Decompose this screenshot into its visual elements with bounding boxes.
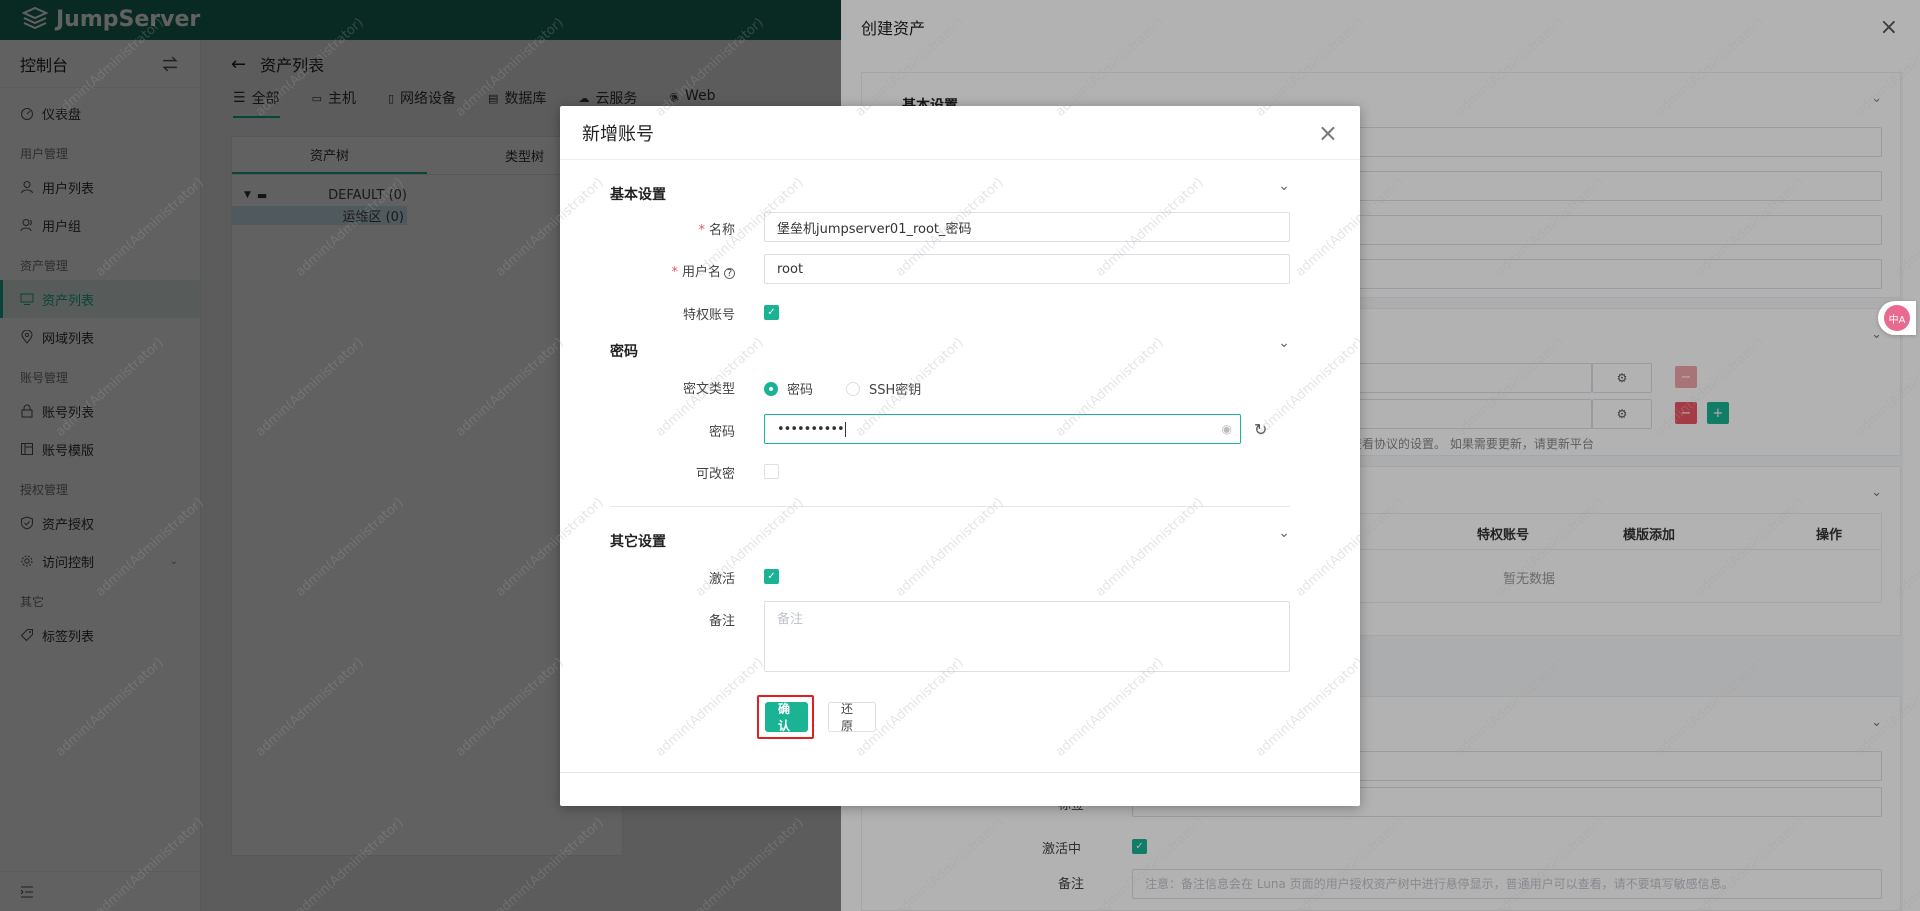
chevron-down-icon[interactable]: ⌄ — [1278, 178, 1290, 194]
changeable-label: 可改密 — [695, 467, 735, 482]
chevron-down-icon[interactable]: ⌄ — [1278, 335, 1290, 351]
active-label: 激活 — [708, 572, 735, 587]
name-label: * 名称 — [560, 219, 735, 238]
secret-type-ssh-key-radio[interactable]: SSH密钥 — [846, 379, 921, 398]
password-label: 密码 — [708, 425, 735, 440]
privileged-label: 特权账号 — [682, 308, 735, 323]
input-value: 堡垒机jumpserver01_root_密码 — [777, 221, 972, 237]
active-checkbox[interactable]: ✓ — [764, 569, 779, 584]
secret-type-password-radio[interactable]: 密码 — [764, 379, 813, 398]
secret-type-label: 密文类型 — [682, 382, 735, 397]
eye-icon[interactable]: ◉ — [1222, 422, 1232, 436]
label-text: 用户名 — [681, 265, 721, 280]
privileged-checkbox[interactable]: ✓ — [764, 305, 779, 320]
check-icon: ✓ — [767, 307, 776, 318]
dialog-header: 新增账号 × — [560, 106, 1360, 160]
username-input[interactable]: root — [764, 254, 1290, 284]
refresh-icon[interactable]: ↻ — [1254, 420, 1267, 439]
section-other-title: 其它设置 — [610, 534, 666, 550]
add-account-dialog: 新增账号 × 基本设置 ⌄ * 名称 堡垒机jumpserver01_root_密… — [560, 106, 1360, 806]
required-mark: * — [671, 265, 678, 280]
radio-dot — [846, 381, 860, 396]
close-icon[interactable]: × — [1318, 121, 1338, 145]
divider — [610, 506, 1290, 507]
comment-label: 备注 — [708, 614, 735, 629]
changeable-checkbox[interactable] — [764, 464, 779, 479]
dialog-title: 新增账号 — [582, 123, 654, 145]
help-icon[interactable]: ? — [724, 268, 735, 279]
chevron-down-icon[interactable]: ⌄ — [1278, 525, 1290, 541]
section-password-title: 密码 — [610, 344, 638, 360]
footer-divider — [560, 772, 1360, 773]
radio-label: 密码 — [787, 383, 814, 398]
confirm-button[interactable]: 确认 — [765, 702, 808, 733]
comment-textarea[interactable]: 备注 — [764, 601, 1290, 672]
label-text: 名称 — [708, 223, 735, 238]
username-label: * 用户名? — [560, 261, 735, 280]
radio-dot — [764, 381, 778, 396]
check-icon: ✓ — [767, 571, 776, 582]
input-value: •••••••••• — [777, 421, 845, 437]
password-input[interactable]: •••••••••• ◉ — [764, 414, 1241, 444]
translate-badge[interactable]: 中A — [1878, 301, 1916, 335]
translate-icon: 中A — [1884, 305, 1910, 331]
text-cursor — [844, 421, 846, 437]
required-mark: * — [698, 223, 705, 238]
section-basic-title: 基本设置 — [610, 187, 666, 203]
radio-label: SSH密钥 — [869, 383, 922, 398]
name-input[interactable]: 堡垒机jumpserver01_root_密码 — [764, 212, 1290, 242]
reset-button[interactable]: 还原 — [828, 702, 876, 733]
input-value: root — [777, 261, 804, 277]
